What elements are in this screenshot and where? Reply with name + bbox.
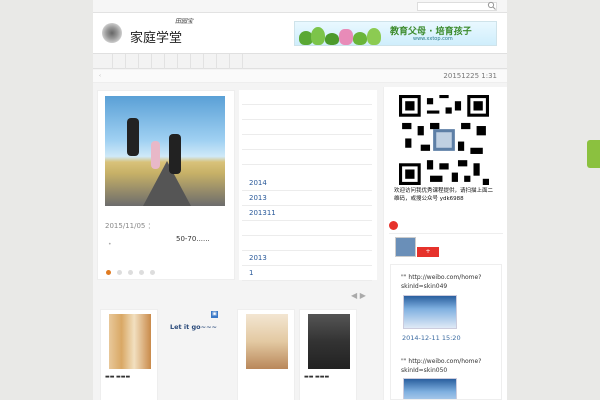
site-title[interactable]: 家庭学堂 [130, 27, 182, 46]
book-card[interactable]: ▬▬ ▬▬▬ [100, 309, 158, 400]
avatar[interactable] [395, 237, 416, 257]
search-input[interactable] [417, 2, 497, 11]
post-image[interactable] [403, 295, 457, 329]
post-image[interactable] [403, 378, 457, 399]
slider-dot[interactable] [117, 270, 122, 275]
list-item[interactable]: 1 [242, 266, 372, 281]
ad-banner[interactable]: 教育父母 · 培育孩子 www.xxtop.com [294, 21, 497, 46]
logo-mark[interactable] [102, 23, 122, 43]
book-card[interactable] [237, 309, 295, 400]
book-title-icon: ▬▬ ▬▬▬ [304, 374, 330, 380]
banner-url: www.xxtop.com [413, 36, 453, 42]
date-strip: ‹ 20151225 1:31 [93, 70, 507, 83]
nav-item[interactable] [230, 54, 243, 69]
slide-bullet-icon: • [108, 241, 112, 248]
post-text[interactable]: "" http://weibo.com/home?skinId=skin050 [401, 357, 501, 375]
book-nav: ◀ ▶ [351, 291, 366, 300]
nav-item[interactable] [126, 54, 139, 69]
qr-code [399, 95, 489, 185]
slide-date: 2015/11/05 ： [105, 222, 155, 230]
top-bar [93, 0, 507, 13]
image-badge-icon: ▣ [211, 311, 218, 318]
book-cover[interactable] [109, 314, 151, 369]
list-item[interactable]: 2014 [242, 176, 372, 191]
book-title[interactable]: Let it go~~~ [170, 323, 217, 331]
post-date[interactable]: 2014-12-11 15:20 [402, 334, 461, 342]
book-title-icon: ▬▬ ▬▬▬ [105, 374, 131, 380]
list-item[interactable] [242, 90, 372, 105]
list-item[interactable] [242, 236, 372, 251]
list-item[interactable] [242, 221, 372, 236]
nav-item[interactable] [93, 54, 113, 69]
nav-item[interactable] [152, 54, 165, 69]
prev-arrow-icon[interactable]: ◀ [351, 291, 357, 300]
page-frame: 田园宝 家庭学堂 教育父母 · 培育孩子 www.xxtop.com ‹ 201… [93, 0, 507, 400]
header: 田园宝 家庭学堂 教育父母 · 培育孩子 www.xxtop.com [93, 13, 507, 53]
book-shelf: ▬▬ ▬▬▬ Let it go~~~ ▣ ▬▬ ▬▬▬ [97, 305, 377, 400]
nav-bar [93, 53, 507, 69]
search-icon[interactable] [487, 1, 497, 11]
bullet-icon: ‹ [99, 73, 101, 79]
book-cover[interactable] [246, 314, 288, 369]
list-item[interactable]: 201311 [242, 206, 372, 221]
slider-dot[interactable] [139, 270, 144, 275]
nav-item[interactable] [165, 54, 178, 69]
slider-dot[interactable] [106, 270, 111, 275]
follow-button[interactable]: + [417, 247, 439, 257]
side-float-tab[interactable] [587, 140, 600, 168]
nav-item[interactable] [217, 54, 230, 69]
logo-subtitle: 田园宝 [175, 18, 194, 25]
nav-item[interactable] [178, 54, 191, 69]
archive-list: 2014 2013 201311 2013 1 [239, 90, 377, 281]
current-datetime: 20151225 1:31 [443, 72, 497, 80]
book-cover[interactable] [308, 314, 350, 369]
qr-caption: 欢迎访问我优秀课程提供，请扫描上面二维码，或搜公众号 ydk6988 [394, 188, 494, 202]
featured-slider: 2015/11/05 ： 50-70...... • [97, 90, 235, 280]
list-item[interactable]: 2013 [242, 191, 372, 206]
post-text[interactable]: "" http://weibo.com/home?skinId=skin049 [401, 273, 501, 291]
slide-caption[interactable]: 50-70...... [176, 235, 210, 243]
list-item[interactable] [242, 135, 372, 150]
slider-dots [106, 270, 155, 275]
list-item[interactable] [242, 120, 372, 135]
next-arrow-icon[interactable]: ▶ [360, 291, 366, 300]
list-item[interactable]: 2013 [242, 251, 372, 266]
nav-item[interactable] [204, 54, 217, 69]
nav-item[interactable] [113, 54, 126, 69]
nav-item[interactable] [139, 54, 152, 69]
sidebar: 欢迎访问我优秀课程提供，请扫描上面二维码，或搜公众号 ydk6988 + "" … [383, 87, 507, 400]
list-item[interactable] [242, 150, 372, 165]
weibo-header [389, 220, 503, 234]
weibo-feed: "" http://weibo.com/home?skinId=skin049 … [390, 264, 502, 400]
weibo-icon [389, 221, 398, 230]
featured-photo[interactable] [105, 96, 225, 206]
slider-dot[interactable] [150, 270, 155, 275]
nav-item[interactable] [191, 54, 204, 69]
book-card[interactable]: ▬▬ ▬▬▬ [299, 309, 357, 400]
slider-dot[interactable] [128, 270, 133, 275]
list-item[interactable] [242, 105, 372, 120]
